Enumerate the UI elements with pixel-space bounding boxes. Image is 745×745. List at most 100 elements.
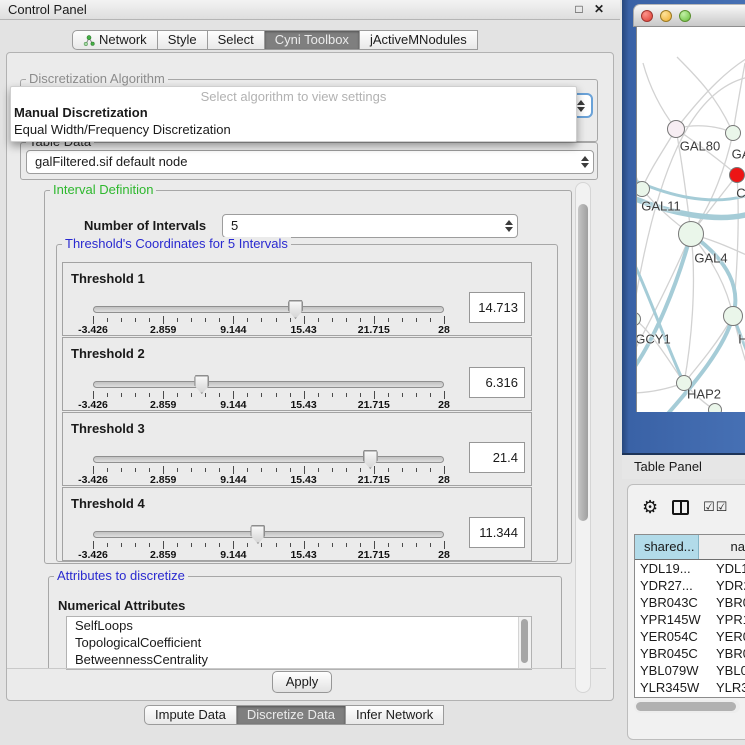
- slider-tick: [233, 316, 234, 324]
- slider-tick: [247, 318, 248, 322]
- slider-scale: -3.4262.8599.14415.4321.71528: [93, 399, 445, 411]
- table-cell-shared: YIL052C: [635, 696, 708, 698]
- slider-tick: [93, 316, 94, 324]
- table-row[interactable]: YBR045C YBR0: [635, 645, 745, 662]
- close-window-icon[interactable]: ✕: [591, 1, 607, 17]
- table-row[interactable]: YDL19... YDL1: [635, 560, 745, 577]
- algorithm-dropdown-popup: Select algorithm to view settings Manual…: [10, 86, 577, 142]
- table-horizontal-scrollbar[interactable]: [634, 700, 740, 713]
- table-row[interactable]: YIL052C YIL0: [635, 696, 745, 698]
- slider-tick: [121, 393, 122, 397]
- slider-tick: [219, 468, 220, 472]
- network-node[interactable]: [729, 167, 745, 183]
- panel-scrollbar[interactable]: [575, 182, 591, 693]
- slider-tick: [233, 541, 234, 549]
- threshold-slider-track[interactable]: [93, 381, 444, 388]
- table-row[interactable]: YPR145W YPR1: [635, 611, 745, 628]
- bottom-tab[interactable]: Infer Network: [345, 705, 444, 725]
- slider-tick: [360, 543, 361, 547]
- table-row[interactable]: YDR27... YDR2: [635, 577, 745, 594]
- table-row[interactable]: YER054C YER0: [635, 628, 745, 645]
- gear-icon[interactable]: ⚙: [642, 497, 658, 517]
- threshold-value-field[interactable]: 21.4: [469, 442, 525, 473]
- close-traffic-light-icon[interactable]: [641, 10, 653, 22]
- network-node[interactable]: [723, 306, 743, 326]
- number-of-intervals-combo[interactable]: 5: [222, 214, 518, 238]
- zoom-traffic-light-icon[interactable]: [679, 10, 691, 22]
- top-tab-label: Cyni Toolbox: [275, 31, 349, 49]
- columns-icon[interactable]: [672, 500, 689, 515]
- slider-tick: [318, 543, 319, 547]
- top-tab[interactable]: Network: [72, 30, 158, 50]
- threshold-value-field[interactable]: 14.713: [469, 292, 525, 323]
- attribute-item[interactable]: TopologicalCoefficient: [67, 634, 531, 651]
- attributes-scrollbar-thumb[interactable]: [521, 619, 528, 663]
- algorithm-option[interactable]: Equal Width/Frequency Discretization: [14, 121, 579, 138]
- column-header-shared[interactable]: shared...: [635, 535, 699, 559]
- slider-tick: [219, 543, 220, 547]
- slider-tick: [247, 393, 248, 397]
- top-tab[interactable]: Cyni Toolbox: [264, 30, 360, 50]
- threshold-value-field[interactable]: 6.316: [469, 367, 525, 398]
- slider-tick: [346, 468, 347, 472]
- slider-scale-label: 21.715: [358, 324, 390, 336]
- bottom-tab[interactable]: Discretize Data: [236, 705, 346, 725]
- threshold-slider-track[interactable]: [93, 456, 444, 463]
- slider-tick: [332, 543, 333, 547]
- table-data-combo[interactable]: galFiltered.sif default node: [26, 150, 594, 174]
- network-node-label: GA: [732, 147, 745, 162]
- top-tab[interactable]: Style: [157, 30, 208, 50]
- slider-tick: [247, 468, 248, 472]
- table-header-row: shared... na: [635, 535, 745, 560]
- slider-tick: [318, 393, 319, 397]
- threshold-slider-track[interactable]: [93, 306, 444, 313]
- top-tab[interactable]: jActiveMNodules: [359, 30, 478, 50]
- table-cell-shared: YBL079W: [635, 662, 708, 679]
- slider-tick: [107, 468, 108, 472]
- attributes-list-scrollbar[interactable]: [518, 617, 531, 669]
- slider-scale-label: 21.715: [358, 549, 390, 561]
- network-node[interactable]: [678, 221, 704, 247]
- slider-tick: [388, 543, 389, 547]
- minimize-traffic-light-icon[interactable]: [660, 10, 672, 22]
- top-tab[interactable]: Select: [207, 30, 265, 50]
- threshold-slider-track[interactable]: [93, 531, 444, 538]
- slider-tick: [444, 541, 445, 549]
- table-hscrollbar-thumb[interactable]: [636, 702, 736, 711]
- threshold-label: Threshold 4: [71, 496, 145, 511]
- table-row[interactable]: YLR345W YLR3: [635, 679, 745, 696]
- apply-button[interactable]: Apply: [272, 671, 332, 693]
- network-window-titlebar[interactable]: [633, 4, 745, 27]
- network-canvas[interactable]: GAL80GACGAL11GAL4HGCY1HAP2: [636, 27, 745, 412]
- algorithm-option[interactable]: Manual Discretization: [14, 104, 579, 121]
- network-node-label: GAL4: [694, 251, 727, 266]
- slider-tick: [107, 393, 108, 397]
- network-node[interactable]: [725, 125, 741, 141]
- table-row[interactable]: YBR043C YBR0: [635, 594, 745, 611]
- checkbox-icons[interactable]: ☑☑: [703, 499, 728, 515]
- table-cell-shared: YPR145W: [635, 611, 708, 628]
- network-node[interactable]: [667, 120, 685, 138]
- threshold-value-field[interactable]: 11.344: [469, 517, 525, 548]
- attribute-item[interactable]: BetweennessCentrality: [67, 651, 531, 668]
- slider-tick: [416, 318, 417, 322]
- panel-scrollbar-thumb[interactable]: [578, 204, 588, 521]
- column-header-name[interactable]: na: [699, 535, 745, 559]
- table-row[interactable]: YBL079W YBL0: [635, 662, 745, 679]
- bottom-tab[interactable]: Impute Data: [144, 705, 237, 725]
- slider-tick: [205, 318, 206, 322]
- attribute-item[interactable]: SelfLoops: [67, 617, 531, 634]
- slider-tick: [346, 393, 347, 397]
- table-cell-name: YDL1: [708, 560, 745, 577]
- float-window-icon[interactable]: □: [571, 1, 587, 17]
- slider-tick: [163, 316, 164, 324]
- slider-tick: [163, 466, 164, 474]
- slider-tick: [177, 393, 178, 397]
- slider-scale-label: 2.859: [150, 324, 176, 336]
- table-cell-name: YBL0: [708, 662, 745, 679]
- slider-scale: -3.4262.8599.14415.4321.71528: [93, 549, 445, 561]
- network-icon: [83, 34, 95, 46]
- slider-tick: [402, 543, 403, 547]
- network-node[interactable]: [708, 403, 722, 412]
- slider-tick: [276, 543, 277, 547]
